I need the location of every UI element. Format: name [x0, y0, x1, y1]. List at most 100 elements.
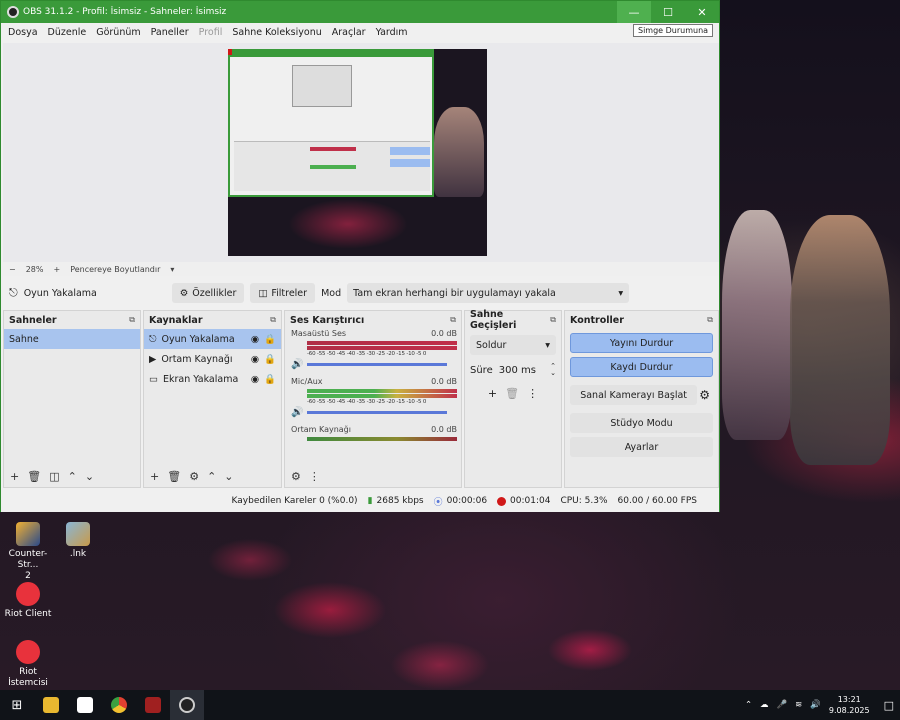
transitions-dock-title: Sahne Geçişleri ⧉: [465, 309, 561, 331]
title-bar[interactable]: OBS 31.1.2 - Profil: İsimsiz - Sahneler:…: [1, 1, 719, 23]
window-title: OBS 31.1.2 - Profil: İsimsiz - Sahneler:…: [23, 7, 227, 17]
start-virtual-camera-button[interactable]: Sanal Kamerayı Başlat: [570, 385, 698, 405]
chevron-up-icon[interactable]: ⌃: [745, 700, 752, 710]
menu-tools[interactable]: Araçlar: [327, 27, 371, 38]
source-item-media[interactable]: ▶ Ortam Kaynağı ◉ 🔒: [144, 349, 281, 369]
wifi-icon[interactable]: ≋: [795, 700, 802, 710]
desktop-icon-cs2[interactable]: Counter-Str... 2: [0, 522, 56, 582]
transition-toolbar: + 🗑 ⋮: [465, 387, 561, 400]
start-button[interactable]: ⊞: [0, 690, 34, 720]
monitor-icon: ▭: [149, 373, 158, 385]
desktop-icon-lnk[interactable]: .lnk: [50, 522, 106, 560]
zoom-out-button[interactable]: −: [9, 265, 16, 274]
menu-help[interactable]: Yardım: [371, 27, 413, 38]
filter-icon: ◫: [258, 287, 268, 299]
nested-wallpaper-figure: [434, 107, 484, 197]
fit-to-window-button[interactable]: Pencereye Boyutlandır: [70, 265, 160, 274]
add-source-icon[interactable]: +: [150, 470, 159, 483]
maximize-button[interactable]: ☐: [651, 1, 685, 23]
menu-file[interactable]: Dosya: [3, 27, 43, 38]
stream-time: 00:00:06: [446, 496, 488, 506]
undock-icon[interactable]: ⧉: [129, 315, 135, 325]
speaker-icon[interactable]: 🔊: [291, 407, 303, 418]
add-scene-icon[interactable]: +: [10, 470, 19, 483]
scene-item[interactable]: Sahne: [4, 329, 140, 349]
desktop-icon-label: .lnk: [69, 549, 87, 559]
more-menu-icon[interactable]: ⋮: [309, 470, 320, 483]
preview-canvas[interactable]: [228, 49, 487, 256]
wallpaper-figure-left: [722, 210, 792, 440]
eye-icon[interactable]: ◉: [251, 374, 259, 385]
zoom-dropdown-icon[interactable]: ▾: [170, 265, 174, 274]
zoom-in-button[interactable]: +: [53, 265, 60, 274]
clock[interactable]: 13:21 9.08.2025: [829, 694, 870, 716]
virtual-cam-row: Sanal Kamerayı Başlat ⚙: [565, 381, 718, 409]
close-button[interactable]: ✕: [685, 1, 719, 23]
scenes-title: Sahneler: [9, 314, 57, 326]
undock-icon[interactable]: ⧉: [550, 315, 556, 325]
record-time-group: 00:01:04: [497, 496, 550, 506]
taskbar-capcut[interactable]: [68, 690, 102, 720]
virtual-camera-settings-gear-icon[interactable]: ⚙: [699, 388, 710, 402]
duration-stepper[interactable]: ⌃ ⌄: [550, 363, 556, 377]
volume-slider[interactable]: [307, 410, 447, 414]
lock-icon[interactable]: 🔒: [264, 354, 276, 365]
clock-date: 9.08.2025: [828, 706, 870, 715]
transition-menu-icon[interactable]: ⋮: [527, 387, 538, 400]
advanced-audio-icon[interactable]: ⚙: [291, 470, 301, 483]
speaker-icon[interactable]: 🔊: [291, 359, 303, 370]
taskbar-app[interactable]: [136, 690, 170, 720]
lock-icon[interactable]: 🔒: [264, 334, 276, 345]
transition-type-select[interactable]: Soldur ▾: [470, 335, 556, 355]
network-icon[interactable]: ☁: [760, 700, 769, 710]
taskbar-chrome[interactable]: [102, 690, 136, 720]
move-up-icon[interactable]: ⌃: [68, 470, 77, 483]
undock-icon[interactable]: ⧉: [707, 315, 713, 325]
lock-icon[interactable]: 🔒: [264, 374, 276, 385]
remove-scene-icon[interactable]: 🗑: [27, 470, 41, 483]
desktop-icon-label: Riot İstemcisi: [8, 667, 48, 688]
taskbar-obs[interactable]: [170, 690, 204, 720]
menu-scene-collection[interactable]: Sahne Koleksiyonu: [227, 27, 326, 38]
minimize-tooltip: Simge Durumuna: [633, 24, 714, 37]
menu-edit[interactable]: Düzenle: [43, 27, 92, 38]
move-down-icon[interactable]: ⌄: [224, 470, 233, 483]
microphone-icon[interactable]: 🎤: [777, 700, 788, 710]
menu-profile[interactable]: Profil: [194, 27, 228, 38]
duration-input[interactable]: 300 ms: [499, 365, 544, 376]
mode-select[interactable]: Tam ekran herhangi bir uygulamayı yakala…: [347, 283, 630, 303]
menu-view[interactable]: Görünüm: [91, 27, 145, 38]
volume-meter: [307, 341, 457, 351]
move-up-icon[interactable]: ⌃: [207, 470, 216, 483]
remove-source-icon[interactable]: 🗑: [167, 470, 181, 483]
nested-wallpaper-glow: [288, 199, 408, 249]
preview-area[interactable]: [3, 43, 719, 262]
remove-transition-icon[interactable]: 🗑: [505, 387, 519, 400]
add-transition-icon[interactable]: +: [488, 387, 497, 400]
channel-name: Ortam Kaynağı: [291, 425, 351, 434]
eye-icon[interactable]: ◉: [251, 334, 259, 345]
source-item-game-capture[interactable]: ⎋ Oyun Yakalama ◉ 🔒: [144, 329, 281, 349]
undock-icon[interactable]: ⧉: [450, 315, 456, 325]
volume-slider[interactable]: [307, 362, 447, 366]
stop-recording-button[interactable]: Kaydı Durdur: [570, 357, 713, 377]
stop-streaming-button[interactable]: Yayını Durdur: [570, 333, 713, 353]
filters-button[interactable]: ◫ Filtreler: [250, 283, 316, 303]
scene-filters-icon[interactable]: ◫: [49, 470, 59, 483]
taskbar-file-explorer[interactable]: [34, 690, 68, 720]
source-properties-icon[interactable]: ⚙: [189, 470, 199, 483]
undock-icon[interactable]: ⧉: [270, 315, 276, 325]
properties-button[interactable]: ⚙ Özellikler: [171, 283, 245, 303]
notifications-icon[interactable]: □: [884, 699, 894, 712]
desktop-icon-riot-istemcisi[interactable]: Riot İstemcisi: [0, 640, 56, 689]
settings-button[interactable]: Ayarlar: [570, 437, 713, 457]
eye-icon[interactable]: ◉: [251, 354, 259, 365]
volume-icon[interactable]: 🔊: [810, 700, 821, 710]
menu-docks[interactable]: Paneller: [146, 27, 194, 38]
dropped-frames: Kaybedilen Kareler 0 (%0.0): [231, 496, 358, 506]
move-down-icon[interactable]: ⌄: [85, 470, 94, 483]
studio-mode-button[interactable]: Stüdyo Modu: [570, 413, 713, 433]
desktop-icon-riot-client[interactable]: Riot Client: [0, 582, 56, 620]
minimize-button[interactable]: —: [617, 1, 651, 23]
source-item-display[interactable]: ▭ Ekran Yakalama ◉ 🔒: [144, 369, 281, 389]
